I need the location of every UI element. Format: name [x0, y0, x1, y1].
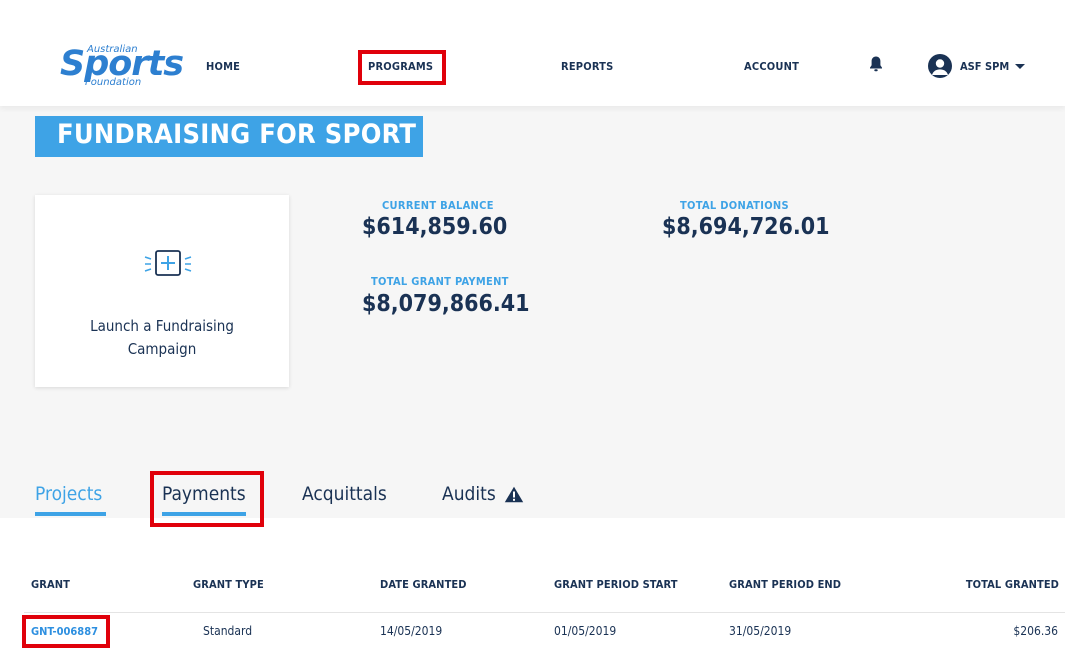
table-row-divider: [24, 612, 1065, 613]
total-donations-label: TOTAL DONATIONS: [680, 199, 789, 212]
grant-type-cell: Standard: [203, 624, 253, 638]
period-start-cell: 01/05/2019: [554, 624, 617, 638]
warning-icon: [504, 486, 523, 502]
total-granted-cell: $206.36: [1013, 624, 1058, 638]
payments-highlight-box: [150, 471, 264, 527]
column-header-grant-type[interactable]: GRANT TYPE: [193, 578, 264, 591]
column-header-total-granted[interactable]: TOTAL GRANTED: [966, 578, 1059, 591]
bell-icon[interactable]: [868, 55, 884, 73]
user-menu[interactable]: ASF SPM: [928, 54, 1026, 78]
current-balance-value: $614,859.60: [362, 214, 508, 240]
tab-projects[interactable]: Projects: [35, 483, 102, 505]
total-donations-value: $8,694,726.01: [662, 214, 830, 240]
tab-acquittals[interactable]: Acquittals: [302, 483, 387, 505]
launch-campaign-card[interactable]: Launch a Fundraising Campaign: [35, 195, 289, 387]
column-header-period-start[interactable]: GRANT PERIOD START: [554, 578, 678, 591]
tab-audits[interactable]: Audits: [442, 483, 524, 505]
page-title-banner: FUNDRAISING FOR SPORT: [35, 116, 423, 157]
total-grant-payment-label: TOTAL GRANT PAYMENT: [371, 275, 509, 288]
date-granted-cell: 14/05/2019: [380, 624, 443, 638]
nav-reports[interactable]: REPORTS: [561, 60, 613, 73]
chevron-down-icon: [1015, 63, 1026, 69]
tab-audits-label: Audits: [442, 483, 496, 505]
tab-projects-underline: [35, 512, 106, 516]
total-grant-payment-value: $8,079,866.41: [362, 291, 530, 317]
programs-highlight-box: [358, 50, 446, 85]
current-balance-label: CURRENT BALANCE: [382, 199, 494, 212]
add-campaign-icon: [144, 250, 192, 276]
grant-highlight-box: [22, 615, 110, 648]
period-end-cell: 31/05/2019: [729, 624, 792, 638]
user-avatar-icon: [928, 54, 952, 78]
logo-bottom-text: Foundation: [85, 77, 142, 88]
column-header-grant[interactable]: GRANT: [31, 578, 70, 591]
nav-home[interactable]: HOME: [206, 60, 240, 73]
asf-logo[interactable]: Australian Sports Foundation: [60, 44, 184, 92]
column-header-date-granted[interactable]: DATE GRANTED: [380, 578, 467, 591]
top-navigation-bar: Australian Sports Foundation HOME PROGRA…: [0, 0, 1065, 106]
launch-campaign-label: Launch a Fundraising Campaign: [35, 315, 289, 361]
column-header-period-end[interactable]: GRANT PERIOD END: [729, 578, 841, 591]
user-name: ASF SPM: [960, 59, 1010, 73]
launch-campaign-line1: Launch a Fundraising: [90, 317, 234, 335]
launch-campaign-line2: Campaign: [127, 340, 197, 358]
nav-account[interactable]: ACCOUNT: [744, 60, 799, 73]
page-title: FUNDRAISING FOR SPORT: [57, 119, 417, 150]
